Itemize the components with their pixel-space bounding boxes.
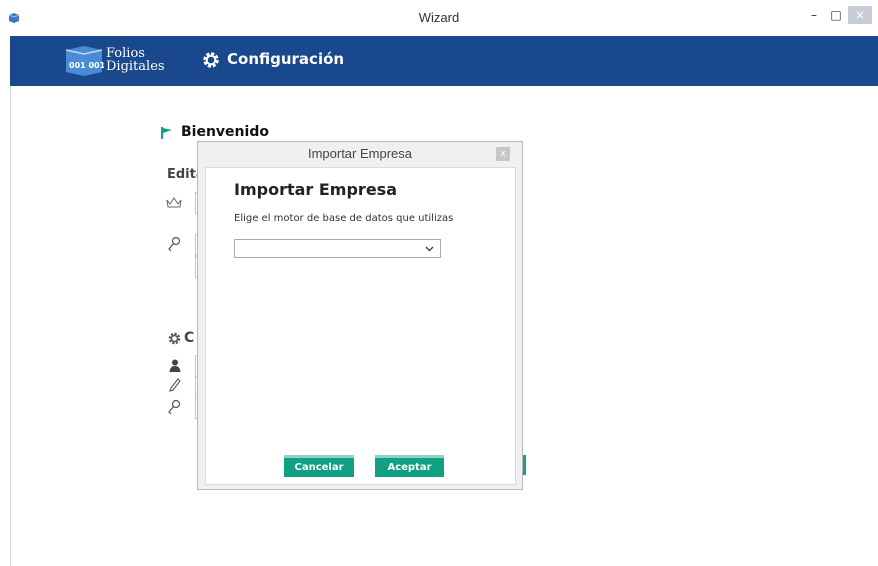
header-banner: 001 001 Folios Digitales Configuración (10, 36, 878, 86)
dialog-body: Importar Empresa Elige el motor de base … (205, 167, 516, 485)
cancel-button[interactable]: Cancelar (284, 455, 354, 477)
welcome-title: Bienvenido (181, 124, 269, 140)
import-company-dialog: Importar Empresa x Importar Empresa Elig… (197, 141, 523, 490)
accept-button[interactable]: Aceptar (375, 455, 444, 477)
chevron-down-icon (425, 246, 434, 252)
window-title: Wizard (418, 10, 460, 25)
section2-heading: C (184, 330, 195, 346)
database-engine-select[interactable] (234, 239, 441, 258)
maximize-button[interactable]: □ (826, 6, 846, 24)
key-icon-2 (168, 399, 181, 415)
dialog-prompt: Elige el motor de base de datos que util… (234, 213, 454, 224)
pencil-icon (169, 378, 181, 392)
window-titlebar: Wizard – □ × (0, 0, 878, 36)
dialog-heading: Importar Empresa (234, 180, 397, 199)
svg-text:001 001: 001 001 (69, 61, 104, 70)
minimize-button[interactable]: – (804, 6, 824, 24)
cog-icon (168, 332, 181, 345)
logo-text-line2: Digitales (106, 59, 165, 74)
user-icon (169, 359, 181, 372)
key-icon (168, 236, 181, 252)
folios-digitales-logo: 001 001 Folios Digitales (64, 44, 174, 78)
dialog-title: Importar Empresa (307, 146, 413, 161)
gear-icon (203, 51, 219, 68)
window-close-button[interactable]: × (848, 6, 872, 24)
window-left-border (10, 86, 11, 566)
flag-icon (161, 127, 172, 139)
configuration-label: Configuración (227, 50, 345, 68)
configuration-title: Configuración (202, 50, 344, 69)
dialog-close-button[interactable]: x (496, 147, 510, 161)
crown-icon (166, 197, 182, 208)
logo-box-icon: 001 001 (65, 46, 104, 76)
